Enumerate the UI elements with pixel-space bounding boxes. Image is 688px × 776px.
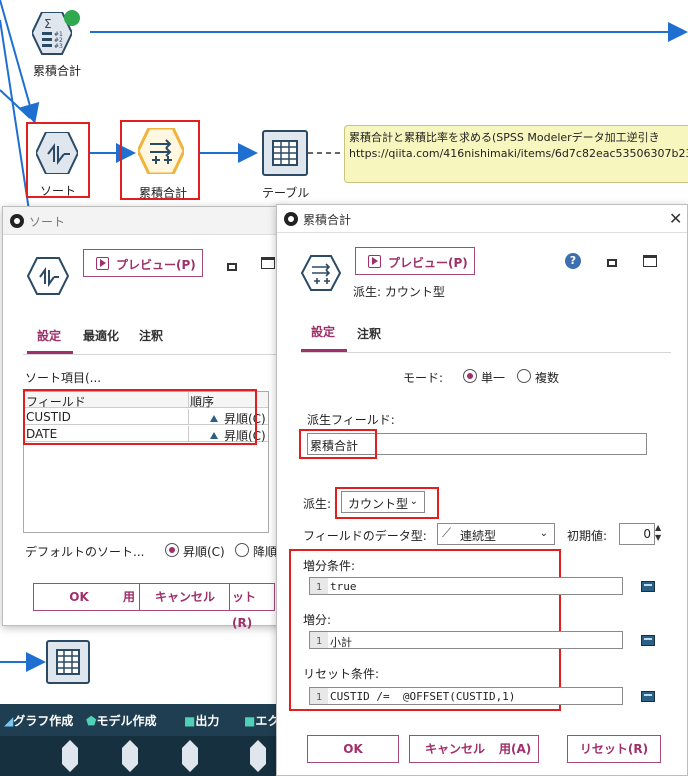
square-icon: ■ <box>184 714 196 728</box>
initial-value-input[interactable]: 0 <box>619 523 655 545</box>
sort-dialog: ソート プレビュー(P) 設定 最適化 注釈 ソート項目(... フィールド 順… <box>2 206 286 630</box>
close-icon[interactable]: ✕ <box>669 209 682 228</box>
increment-input[interactable]: 1 小計 <box>309 631 623 649</box>
svg-text:Σ: Σ <box>44 17 52 31</box>
help-icon[interactable]: ? <box>565 253 581 269</box>
svg-text:#3: #3 <box>54 43 63 50</box>
maximize-icon[interactable] <box>643 255 657 267</box>
spss-icon <box>10 214 24 228</box>
derive-apply-button[interactable]: 用(A) <box>499 735 539 763</box>
reset-condition-label: リセット条件: <box>303 667 380 681</box>
table-icon <box>56 649 80 675</box>
sort-reset-button[interactable]: ット(R) <box>229 583 275 630</box>
palette-node-2[interactable] <box>122 740 138 772</box>
sort-icon <box>26 257 70 295</box>
cache-icon <box>64 10 80 26</box>
sort-dialog-node-icon <box>26 257 70 298</box>
ruler-icon: ⟋ <box>442 526 452 541</box>
palette-node-4[interactable] <box>250 740 266 772</box>
play-icon <box>368 255 381 268</box>
table-node-bottom[interactable] <box>46 640 90 684</box>
square-icon: ■ <box>244 714 256 728</box>
derive-tab-annotation[interactable]: 注釈 <box>357 325 381 342</box>
mode-label: モード: <box>403 371 444 385</box>
tab-divider <box>23 354 285 355</box>
radio-ascending[interactable] <box>165 543 179 557</box>
cumsum-selected-label: 累積合計 <box>139 186 188 200</box>
sort-ok-button[interactable]: OK <box>33 583 125 611</box>
cumsum-top-label: 累積合計 <box>33 64 82 78</box>
highlight-derive-field <box>299 429 377 459</box>
table-icon <box>272 140 298 166</box>
default-sort-label: デフォルトのソート... <box>25 545 145 559</box>
sort-tab-annotation[interactable]: 注釈 <box>139 327 163 344</box>
palette-tab-output[interactable]: ■出力 <box>184 712 219 729</box>
derive-icon <box>136 126 186 176</box>
derive-type-label: 派生: カウント型 <box>353 285 445 299</box>
data-type-label: フィールドのデータ型: <box>303 529 427 543</box>
highlight-derive-type <box>335 487 439 519</box>
annotation-line-1: 累積合計と累積比率を求める(SPSS Modelerデータ加工逆引き <box>349 131 660 144</box>
play-icon <box>96 257 109 270</box>
increment-condition-label: 増分条件: <box>303 559 356 573</box>
sort-items-label: ソート項目(... <box>25 371 102 385</box>
derive-icon <box>300 255 342 291</box>
derive-dialog-titlebar[interactable]: 累積合計 ✕ <box>277 205 687 233</box>
expression-builder-icon[interactable] <box>641 691 655 702</box>
palette-tab-graphs[interactable]: ◢グラフ作成 <box>4 712 73 729</box>
annotation-line-2: https://qiita.com/416nishimaki/items/6d7… <box>349 147 688 160</box>
stream-annotation[interactable]: 累積合計と累積比率を求める(SPSS Modelerデータ加工逆引き https… <box>344 125 688 183</box>
initial-value-label: 初期値: <box>567 529 608 543</box>
maximize-icon[interactable] <box>261 257 275 269</box>
sort-label: ソート <box>40 184 77 198</box>
derive-field-label: 派生フィールド: <box>307 413 395 427</box>
data-type-select[interactable]: ⟋ 連続型 ⌄ <box>437 523 555 545</box>
palette-tab-modeling[interactable]: ⬟モデル作成 <box>86 712 156 729</box>
derive-label: 派生: <box>303 497 332 511</box>
increment-condition-input[interactable]: 1 true <box>309 577 623 595</box>
cumsum-node-selected[interactable] <box>136 126 186 176</box>
sort-node[interactable] <box>34 131 80 175</box>
palette-node-3[interactable] <box>182 740 198 772</box>
minimize-icon[interactable] <box>607 259 617 267</box>
expression-builder-icon[interactable] <box>641 635 655 646</box>
mode-single-radio[interactable] <box>463 369 477 383</box>
derive-reset-button[interactable]: リセット(R) <box>567 735 661 763</box>
sort-dialog-title: ソート <box>29 215 66 229</box>
graph-icon: ◢ <box>4 714 14 728</box>
spss-icon <box>284 212 298 226</box>
initial-value-spinner[interactable]: ▲ ▼ <box>655 523 667 545</box>
mode-multi-radio[interactable] <box>517 369 531 383</box>
sort-cancel-button[interactable]: キャンセル <box>139 583 231 611</box>
sort-dialog-titlebar[interactable]: ソート <box>3 207 285 235</box>
derive-cancel-button[interactable]: キャンセル <box>409 735 501 763</box>
palette-node-1[interactable] <box>62 740 78 772</box>
sort-icon <box>34 131 80 175</box>
reset-condition-input[interactable]: 1 CUSTID /= @OFFSET(CUSTID,1) <box>309 687 623 705</box>
tab-divider <box>301 352 671 353</box>
palette-tab-export[interactable]: ■エク <box>244 712 279 729</box>
table-node[interactable] <box>262 130 308 176</box>
sort-preview-button[interactable]: プレビュー(P) <box>83 249 203 277</box>
derive-ok-button[interactable]: OK <box>307 735 399 763</box>
sort-tab-settings[interactable]: 設定 <box>37 327 61 344</box>
pentagon-icon: ⬟ <box>86 714 97 728</box>
derive-dialog-title: 累積合計 <box>303 213 352 227</box>
derive-dialog-node-icon <box>300 255 342 294</box>
derive-dialog: 累積合計 ✕ プレビュー(P) ? 派生: カウント型 設定 注釈 モード: 単… <box>276 204 688 776</box>
radio-descending[interactable] <box>235 543 249 557</box>
table-label: テーブル <box>262 186 310 200</box>
sort-tab-optimize[interactable]: 最適化 <box>83 327 119 344</box>
increment-label: 増分: <box>303 613 332 627</box>
highlight-sort-table <box>23 389 257 445</box>
expression-builder-icon[interactable] <box>641 581 655 592</box>
derive-tab-settings[interactable]: 設定 <box>311 323 335 340</box>
minimize-icon[interactable] <box>227 263 237 271</box>
chevron-down-icon: ⌄ <box>539 528 548 539</box>
derive-preview-button[interactable]: プレビュー(P) <box>355 247 475 275</box>
